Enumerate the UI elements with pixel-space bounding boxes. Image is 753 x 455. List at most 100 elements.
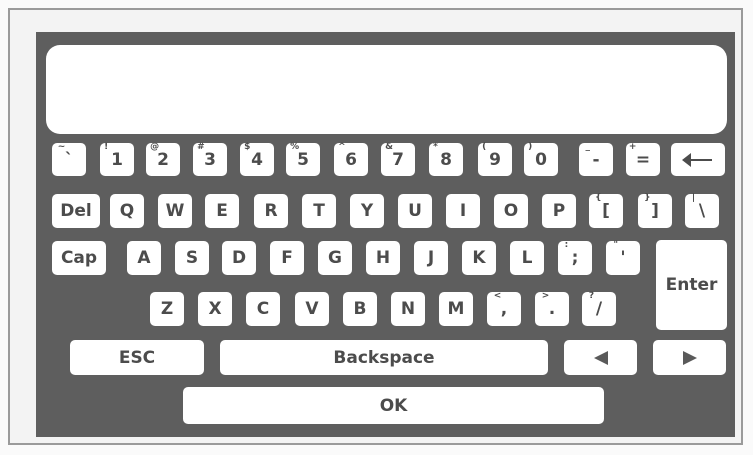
key-t[interactable]: T (302, 194, 336, 228)
key-s[interactable]: S (175, 241, 209, 275)
key-shift-label: ~ (57, 141, 66, 152)
key-label: S (186, 248, 198, 268)
key-n[interactable]: N (391, 292, 425, 326)
key-label: Del (60, 201, 91, 221)
key-main-label: Del (60, 201, 92, 221)
key-shift-label: * (433, 141, 438, 152)
cursor-left-key[interactable] (564, 340, 637, 375)
key-i[interactable]: I (446, 194, 480, 228)
esc-key[interactable]: ESC (70, 340, 204, 375)
key-b[interactable]: B (343, 292, 377, 326)
key-e[interactable]: E (205, 194, 239, 228)
key-label: F (281, 248, 293, 268)
key-period[interactable]: >. (535, 291, 569, 326)
key-o[interactable]: O (494, 194, 528, 228)
key-h[interactable]: H (366, 241, 400, 275)
key-label: T (313, 201, 325, 221)
key-semicolon[interactable]: :; (558, 240, 592, 275)
key-r[interactable]: R (254, 194, 288, 228)
key-comma[interactable]: <, (487, 291, 521, 326)
key-main-label: ; (571, 248, 579, 268)
key-5[interactable]: % 5 (286, 142, 320, 176)
key-shift-label: $ (244, 141, 251, 152)
key-main-label: ` (64, 149, 74, 170)
key-main-label: 0 (535, 149, 547, 170)
key-shift-label: % (290, 141, 300, 152)
key-main-label: P (552, 201, 566, 221)
key-main-label: H (375, 248, 391, 268)
key-label: Backspace (333, 348, 434, 368)
key-label: ESC (119, 348, 155, 368)
key-label: E (216, 201, 228, 221)
key-u[interactable]: U (398, 194, 432, 228)
key-equals[interactable]: + = (626, 142, 660, 176)
key-c[interactable]: C (246, 292, 280, 326)
key-x[interactable]: X (198, 292, 232, 326)
key-w[interactable]: W (158, 194, 192, 228)
key-label: D (232, 248, 246, 268)
key-quote[interactable]: " ' (606, 240, 640, 275)
key-6[interactable]: ^ 6 (334, 142, 368, 176)
key-q[interactable]: Q (110, 194, 144, 228)
key-minus[interactable]: _ - (579, 142, 613, 176)
key-9[interactable]: (9 (478, 141, 512, 176)
caps-lock-key[interactable]: Cap (52, 241, 106, 275)
key-main-label: . (548, 299, 556, 319)
key-main-label: OK (379, 395, 408, 416)
key-label: $4 (244, 142, 263, 170)
key-l[interactable]: L (510, 241, 544, 275)
key-v[interactable]: V (295, 292, 329, 326)
del-key[interactable]: Del (52, 194, 100, 228)
key-shift-label: ( (482, 141, 487, 152)
key-shift-label: { (595, 193, 602, 203)
key-label: _ - (585, 142, 599, 170)
key-label: Z (161, 299, 173, 319)
key-0[interactable]: ) 0 (524, 142, 558, 176)
key-z[interactable]: Z (150, 292, 184, 326)
text-display-field[interactable] (46, 45, 727, 134)
key-label: L (522, 248, 533, 268)
key-p[interactable]: P (542, 194, 576, 228)
key-g[interactable]: G (318, 241, 352, 275)
key-slash[interactable]: ? / (582, 291, 616, 326)
key-3[interactable]: #3 (193, 142, 227, 176)
key-rbracket[interactable]: }] (638, 193, 672, 228)
triangle-right-icon (682, 350, 697, 365)
key-k[interactable]: K (462, 241, 496, 275)
key-m[interactable]: M (439, 292, 473, 326)
key-label: R (264, 201, 277, 221)
key-8[interactable]: * 8 (429, 141, 463, 176)
enter-key[interactable]: Enter (656, 240, 727, 330)
key-4[interactable]: $4 (240, 142, 274, 176)
key-shift-label: } (644, 193, 651, 203)
key-tilde[interactable]: ~ ` (52, 141, 86, 176)
backspace-key[interactable]: Backspace (220, 340, 548, 375)
key-main-label: I (459, 201, 467, 221)
key-1[interactable]: ! 1 (100, 142, 134, 176)
key-main-label: / (595, 299, 603, 319)
backspace-arrow-key[interactable] (671, 143, 725, 176)
key-label: % 5 (290, 142, 309, 170)
key-main-label: T (313, 201, 325, 221)
key-d[interactable]: D (222, 241, 256, 275)
key-main-label: J (427, 248, 435, 268)
key-label: + = (629, 142, 650, 170)
key-y[interactable]: Y (350, 194, 384, 228)
key-j[interactable]: J (414, 241, 448, 275)
key-a[interactable]: A (127, 241, 161, 275)
key-label: P (553, 201, 565, 221)
key-label: <, (494, 291, 507, 319)
key-label: ? / (589, 291, 603, 319)
key-7[interactable]: & 7 (381, 142, 415, 176)
key-backslash[interactable]: | \ (685, 193, 719, 228)
key-2[interactable]: @2 (146, 142, 180, 176)
ok-button[interactable]: OK (183, 387, 604, 424)
key-label: & 7 (385, 142, 404, 170)
key-label: >. (542, 291, 556, 319)
key-f[interactable]: F (270, 241, 304, 275)
key-label: J (428, 248, 434, 268)
key-label: :; (565, 240, 579, 268)
cursor-right-key[interactable] (653, 340, 726, 375)
key-lbracket[interactable]: {[ (589, 193, 623, 228)
key-label: C (257, 299, 269, 319)
